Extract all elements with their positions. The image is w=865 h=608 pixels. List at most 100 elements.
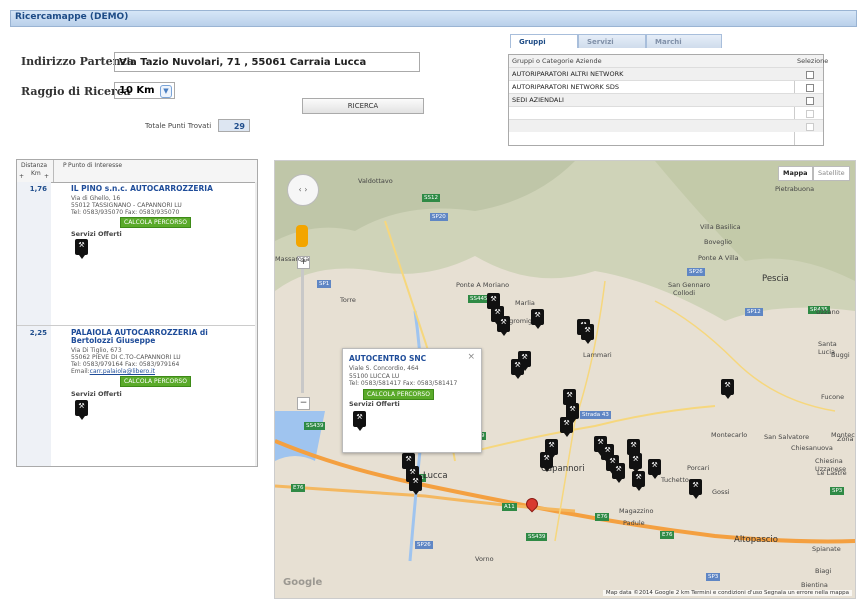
groups-col-name: Gruppi o Categorie Aziende xyxy=(512,57,602,65)
pan-control-icon[interactable]: ‹ › xyxy=(287,174,319,206)
road-label: SP26 xyxy=(415,541,433,549)
services-label: Servizi Offerti xyxy=(349,400,400,408)
town-label: Gossi xyxy=(712,488,730,496)
map-footer: Map data ©2014 Google 2 km Termini e con… xyxy=(602,590,852,596)
road-label: SS12 xyxy=(422,194,440,202)
group-checkbox[interactable] xyxy=(806,71,814,79)
calc-route-button[interactable]: CALCOLA PERCORSO xyxy=(120,376,191,387)
email-label: Email: xyxy=(71,368,90,375)
town-label: San Gennaro xyxy=(668,281,711,289)
wrench-pin-icon[interactable]: ⚒ xyxy=(629,453,642,473)
town-label: Tuchetto xyxy=(661,476,689,484)
map-view[interactable]: Mappa Satellite ‹ › + − SS12 SP20 SP1 SS… xyxy=(274,160,856,599)
town-label: San Salvatore xyxy=(764,433,810,441)
group-checkbox xyxy=(806,110,814,118)
wrench-pin-icon[interactable]: ⚒ xyxy=(409,475,422,495)
group-checkbox xyxy=(806,123,814,131)
town-label: Fucone xyxy=(821,393,845,401)
wrench-pin-icon[interactable]: ⚒ xyxy=(511,359,524,379)
wrench-pin-icon[interactable]: ⚒ xyxy=(560,417,573,437)
item-name[interactable]: PALAIOLA AUTOCARROZZERIA di Bertolozzi G… xyxy=(71,329,251,345)
town-label: Lammari xyxy=(583,351,612,359)
group-row-empty xyxy=(509,107,823,120)
calc-route-button[interactable]: CALCOLA PERCORSO xyxy=(363,389,434,400)
wrench-pin-icon[interactable]: ⚒ xyxy=(581,324,594,344)
town-label: Marlia xyxy=(515,299,535,307)
wrench-pin-icon: ⚒ xyxy=(75,400,88,420)
item-name[interactable]: IL PINO s.n.c. AUTOCARROZZERIA xyxy=(71,185,251,193)
town-label: Chiesanuova xyxy=(791,444,833,452)
popup-line: 55100 LUCCA LU xyxy=(349,372,400,380)
zoom-slider[interactable] xyxy=(301,269,304,393)
town-label: Bientina xyxy=(801,581,828,589)
list-item[interactable]: 2,25 PALAIOLA AUTOCARROZZERIA di Bertolo… xyxy=(17,326,255,466)
scrollbar-thumb[interactable] xyxy=(257,190,258,204)
group-label: AUTORIPARATORI ALTRI NETWORK xyxy=(512,70,624,78)
road-label: SP3 xyxy=(706,573,721,581)
road-label: SP1 xyxy=(317,280,332,288)
col-distance[interactable]: Distanza xyxy=(21,162,47,169)
groups-header: Gruppi o Categorie Aziende Selezione xyxy=(509,55,828,68)
radius-select[interactable]: 10 Km ▼ xyxy=(114,82,175,99)
sort-icon[interactable]: + xyxy=(19,173,24,180)
groups-col-select: Selezione xyxy=(797,57,829,65)
group-row[interactable]: AUTORIPARATORI ALTRI NETWORK xyxy=(509,68,823,81)
address-input[interactable]: Via Tazio Nuvolari, 71 , 55061 Carraia L… xyxy=(114,52,420,72)
calc-route-button[interactable]: CALCOLA PERCORSO xyxy=(120,217,191,228)
map-type-satellite[interactable]: Satellite xyxy=(813,166,850,181)
tab-marchi[interactable]: Marchi xyxy=(646,34,722,48)
group-row[interactable]: SEDI AZIENDALI xyxy=(509,94,823,107)
town-label: Lucca xyxy=(423,471,448,481)
pegman-icon[interactable] xyxy=(296,225,308,247)
google-logo: Google xyxy=(283,577,323,588)
town-label: Chiesina Uzzanese xyxy=(815,457,847,473)
road-label: SP26 xyxy=(687,268,705,276)
popup-title[interactable]: AUTOCENTRO SNC xyxy=(349,354,426,363)
close-icon[interactable]: × xyxy=(467,352,475,362)
zoom-out-icon[interactable]: − xyxy=(297,397,310,410)
group-checkbox[interactable] xyxy=(806,84,814,92)
group-row[interactable]: AUTORIPARATORI NETWORK SDS xyxy=(509,81,823,94)
list-item[interactable]: 1,76 IL PINO s.n.c. AUTOCARROZZERIA Via … xyxy=(17,182,255,326)
sort-icon[interactable]: + xyxy=(44,173,49,180)
road-label: SS439 xyxy=(526,533,548,541)
town-label: Collodi xyxy=(673,289,696,297)
group-label: AUTORIPARATORI NETWORK SDS xyxy=(512,83,620,91)
wrench-pin-icon[interactable]: ⚒ xyxy=(612,463,625,483)
search-button[interactable]: RICERCA xyxy=(302,98,424,114)
wrench-pin-icon[interactable]: ⚒ xyxy=(540,452,553,472)
groups-table: Gruppi o Categorie Aziende Selezione AUTO… xyxy=(508,54,828,146)
popup-line: Tel: 0583/581417 Fax: 0583/581417 xyxy=(349,380,458,387)
filter-tabs: Gruppi Servizi Marchi xyxy=(510,34,850,48)
road-label: A11 xyxy=(502,503,517,511)
wrench-pin-icon[interactable]: ⚒ xyxy=(531,309,544,329)
wrench-pin-icon[interactable]: ⚒ xyxy=(648,459,661,479)
town-label: Montecarlo xyxy=(711,431,748,439)
group-checkbox[interactable] xyxy=(806,97,814,105)
total-value: 29 xyxy=(218,119,250,132)
item-distance: 1,76 xyxy=(29,185,47,193)
map-type-map[interactable]: Mappa xyxy=(778,166,813,181)
town-label: Biagi xyxy=(815,567,832,575)
town-label: Ponte A Villa xyxy=(698,254,739,262)
town-label: Pescia xyxy=(762,274,789,284)
tab-servizi[interactable]: Servizi xyxy=(578,34,646,48)
item-email-row: Email:carr.palaiola@libero.it xyxy=(71,368,155,376)
road-label: E76 xyxy=(595,513,610,521)
info-popup: AUTOCENTRO SNC × Viale S. Concordio, 464… xyxy=(342,348,482,453)
group-row-empty xyxy=(509,120,823,132)
wrench-pin-icon[interactable]: ⚒ xyxy=(689,479,702,499)
wrench-pin-icon[interactable]: ⚒ xyxy=(497,316,510,336)
tab-gruppi[interactable]: Gruppi xyxy=(510,34,578,48)
wrench-pin-icon[interactable]: ⚒ xyxy=(721,379,734,399)
email-link[interactable]: carr.palaiola@libero.it xyxy=(90,368,155,375)
town-label: Buggi xyxy=(831,351,850,359)
chevron-down-icon[interactable]: ▼ xyxy=(160,85,172,98)
scrollbar[interactable] xyxy=(255,182,257,466)
item-distance: 2,25 xyxy=(29,329,47,337)
town-label: Villa Basilica xyxy=(700,223,741,231)
distance-cell xyxy=(17,182,51,325)
town-label: Ponte A Moriano xyxy=(456,281,510,289)
wrench-pin-icon: ⚒ xyxy=(353,411,366,431)
wrench-pin-icon[interactable]: ⚒ xyxy=(632,471,645,491)
